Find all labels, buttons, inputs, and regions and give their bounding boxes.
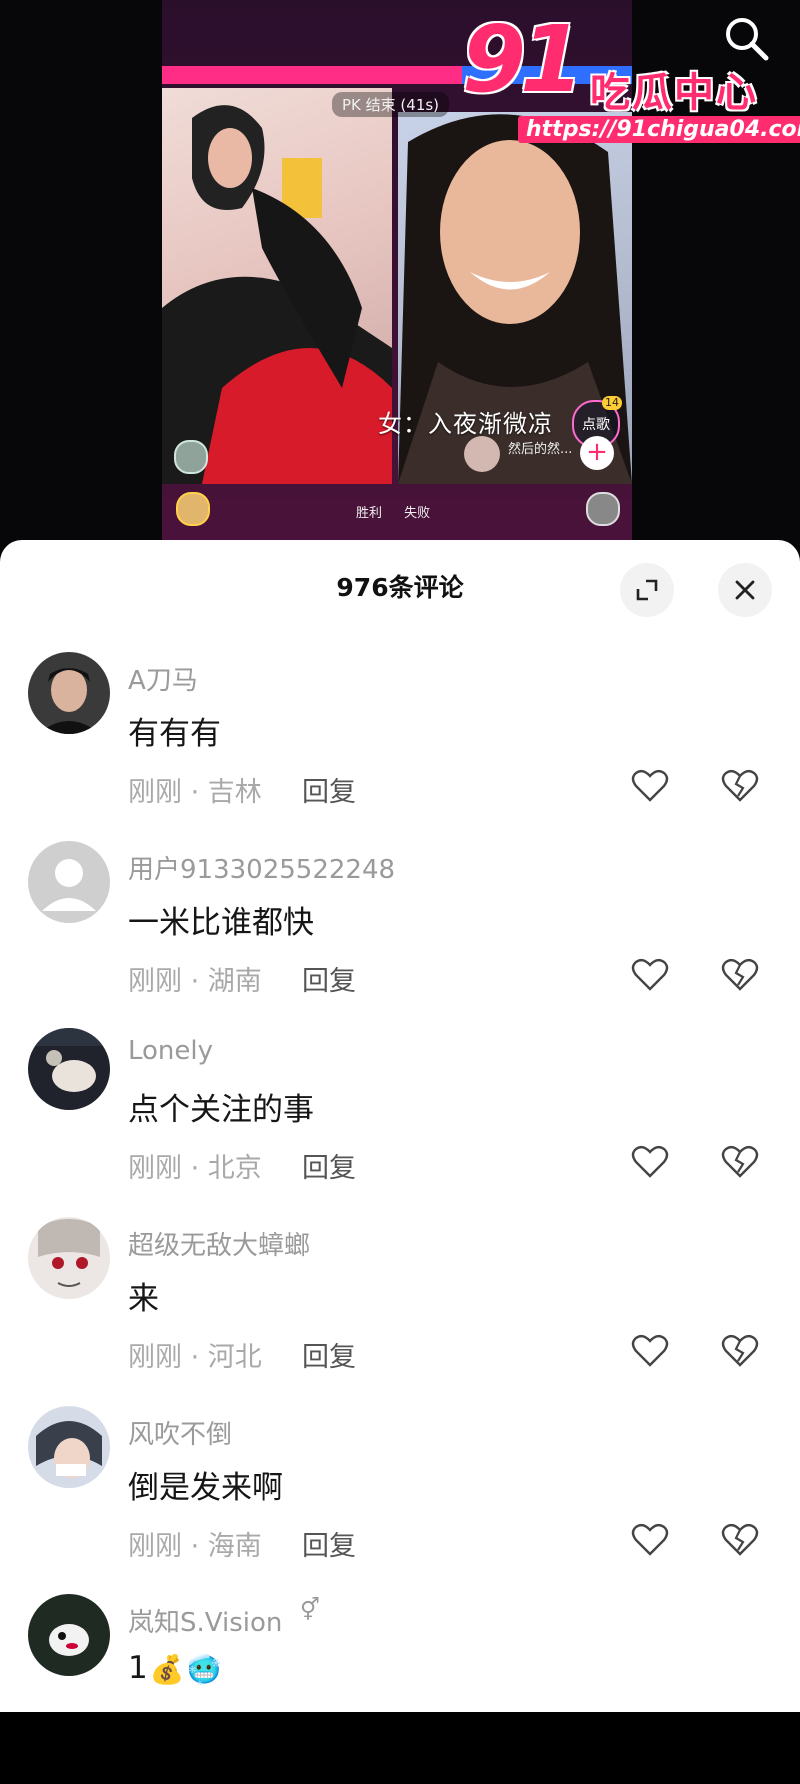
expand-icon bbox=[636, 579, 658, 601]
comment-item: Lonely 点个关注的事 刚刚 · 北京 回复 bbox=[0, 1028, 800, 1218]
comment-text: 来 bbox=[128, 1281, 159, 1317]
song-request-label: 点歌 bbox=[582, 417, 610, 433]
comment-text-value: 1 bbox=[128, 1650, 148, 1686]
streamer-left-video bbox=[162, 88, 392, 484]
heart-icon[interactable] bbox=[630, 955, 670, 995]
comment-meta: 刚刚 · 河北 bbox=[128, 1342, 262, 1373]
close-button[interactable] bbox=[718, 563, 772, 617]
comment-meta: 刚刚 · 北京 bbox=[128, 1153, 262, 1184]
comment-item: 用户9133025522248 一米比谁都快 刚刚 · 湖南 回复 bbox=[0, 841, 800, 1031]
song-subtitle: 然后的然... bbox=[508, 442, 573, 457]
avatar[interactable] bbox=[28, 1594, 110, 1676]
comment-meta: 刚刚 · 湖南 bbox=[128, 966, 262, 997]
comment-text: 一米比谁都快 bbox=[128, 905, 314, 941]
comment-text: 点个关注的事 bbox=[128, 1092, 314, 1128]
comment-item: 岚知S.Vision ⚥ 1💰🥶 bbox=[0, 1594, 800, 1784]
comment-meta: 刚刚 · 吉林 bbox=[128, 777, 262, 808]
expand-button[interactable] bbox=[620, 563, 674, 617]
comment-username[interactable]: 超级无敌大蟑螂 bbox=[128, 1225, 310, 1262]
pk-status-label: PK 结束 (41s) bbox=[332, 92, 450, 117]
comment-item: 超级无敌大蟑螂 来 刚刚 · 河北 回复 bbox=[0, 1217, 800, 1407]
watermark-logo-text: 吃瓜中心 bbox=[590, 70, 758, 116]
comment-meta: 刚刚 · 海南 bbox=[128, 1531, 262, 1562]
heart-icon[interactable] bbox=[630, 766, 670, 806]
host-avatar-right[interactable] bbox=[586, 492, 620, 526]
avatar[interactable] bbox=[28, 1217, 110, 1299]
watermark-url: https://91chigua04.com bbox=[518, 116, 800, 143]
reply-button[interactable]: 回复 bbox=[302, 1524, 356, 1563]
song-request-count: 14 bbox=[602, 396, 622, 410]
broken-heart-icon[interactable] bbox=[720, 1520, 760, 1560]
comment-text: 有有有 bbox=[128, 716, 221, 752]
reply-button[interactable]: 回复 bbox=[302, 1335, 356, 1374]
comments-count-title: 976条评论 bbox=[336, 573, 464, 602]
comment-text: 倒是发来啊 bbox=[128, 1470, 283, 1506]
lose-label: 失败 bbox=[404, 506, 431, 521]
avatar[interactable] bbox=[28, 1028, 110, 1110]
avatar[interactable] bbox=[28, 652, 110, 734]
comment-item: 风吹不倒 倒是发来啊 刚刚 · 海南 回复 bbox=[0, 1406, 800, 1596]
reply-button[interactable]: 回复 bbox=[302, 959, 356, 998]
close-icon bbox=[735, 580, 755, 600]
search-icon[interactable] bbox=[722, 14, 772, 64]
money-bag-emoji-icon: 💰 bbox=[149, 1653, 185, 1686]
comment-text: 1💰🥶 bbox=[128, 1650, 221, 1686]
heart-icon[interactable] bbox=[630, 1142, 670, 1182]
blue-face-emoji-icon: 🥶 bbox=[186, 1653, 222, 1686]
reply-button[interactable]: 回复 bbox=[302, 1146, 356, 1185]
watermark-logo-number: 91 bbox=[462, 6, 584, 113]
streamer-left-figure bbox=[162, 105, 392, 484]
broken-heart-icon[interactable] bbox=[720, 955, 760, 995]
avatar[interactable] bbox=[28, 1406, 110, 1488]
gender-badge-icon: ⚥ bbox=[300, 1598, 320, 1623]
broken-heart-icon[interactable] bbox=[720, 766, 760, 806]
comment-username[interactable]: A刀马 bbox=[128, 660, 198, 697]
comment-username[interactable]: Lonely bbox=[128, 1036, 213, 1066]
add-icon[interactable]: + bbox=[580, 436, 614, 470]
avatar[interactable] bbox=[28, 841, 110, 923]
host-avatar-left[interactable] bbox=[176, 492, 210, 526]
pk-result-labels: 胜利 失败 bbox=[356, 502, 448, 521]
win-label: 胜利 bbox=[356, 506, 383, 521]
pk-score-bar-left bbox=[162, 66, 462, 84]
guest-avatar[interactable] bbox=[174, 440, 208, 474]
song-caption: 女：入夜渐微凉 bbox=[378, 410, 553, 438]
reply-button[interactable]: 回复 bbox=[302, 770, 356, 809]
broken-heart-icon[interactable] bbox=[720, 1331, 760, 1371]
comment-username[interactable]: 用户9133025522248 bbox=[128, 849, 395, 886]
heart-icon[interactable] bbox=[630, 1520, 670, 1560]
song-singer-avatar[interactable] bbox=[464, 436, 500, 472]
heart-icon[interactable] bbox=[630, 1331, 670, 1371]
broken-heart-icon[interactable] bbox=[720, 1142, 760, 1182]
comment-username[interactable]: 岚知S.Vision bbox=[128, 1602, 282, 1639]
comment-item: A刀马 有有有 刚刚 · 吉林 回复 bbox=[0, 652, 800, 842]
comment-username[interactable]: 风吹不倒 bbox=[128, 1414, 232, 1451]
